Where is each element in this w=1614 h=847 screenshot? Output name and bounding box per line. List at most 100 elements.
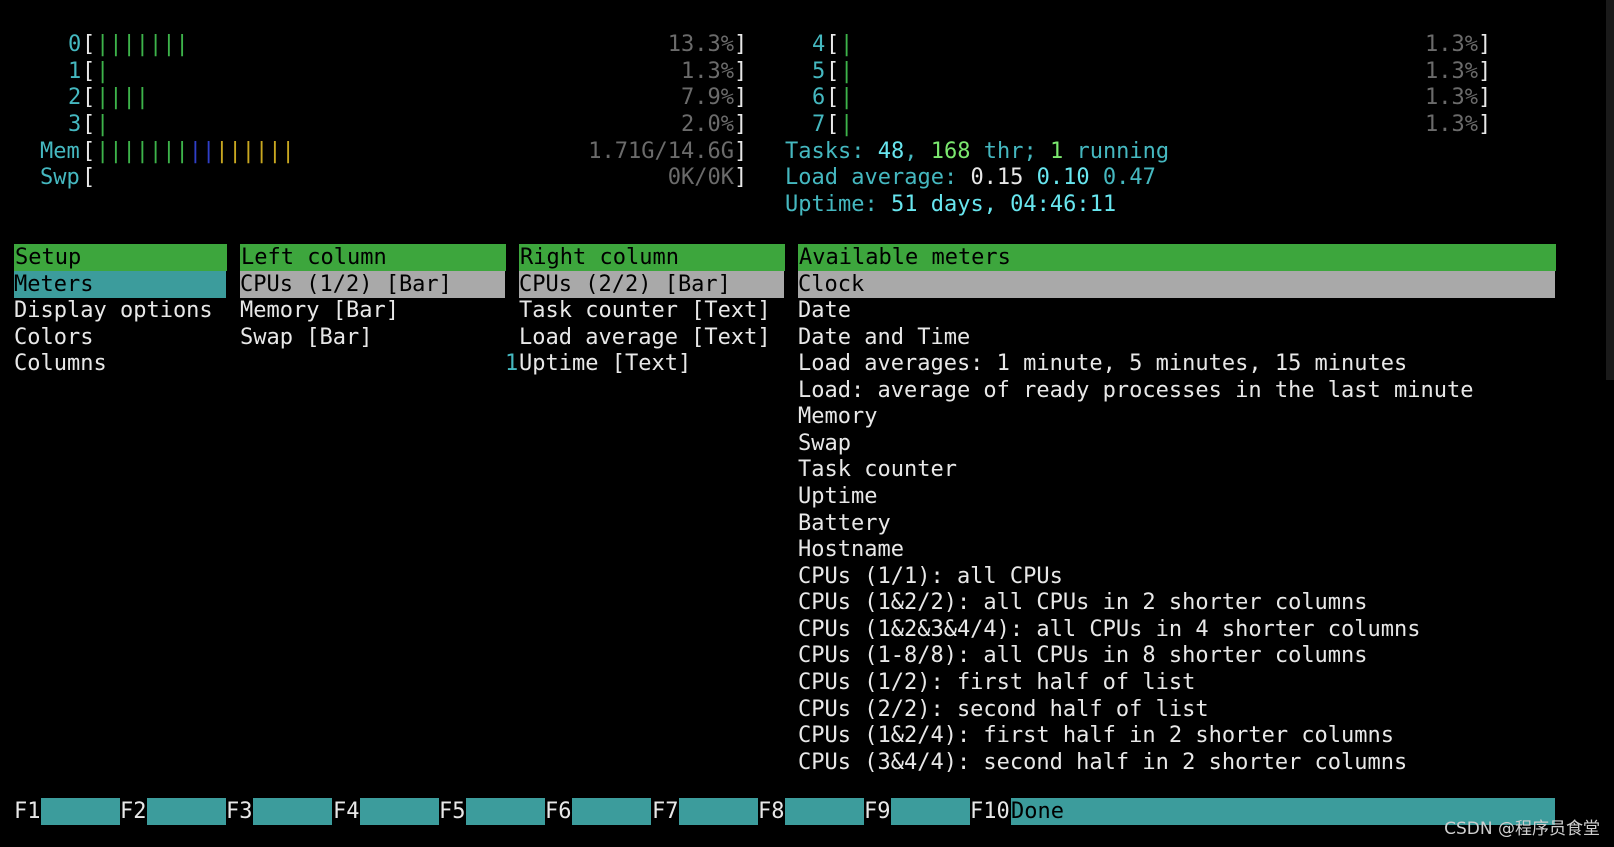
cpu-percent: 2.0% [681, 112, 734, 137]
cpu-bar: |||| [96, 85, 149, 110]
cpu-percent: 1.3% [681, 59, 734, 84]
cpu-label: 2 [68, 85, 82, 110]
fkey-f5-button[interactable] [466, 798, 545, 825]
available-meter-item[interactable]: Hostname [798, 536, 904, 563]
cpu-percent: 1.3% [1425, 112, 1478, 137]
scrollbar[interactable] [1606, 0, 1614, 380]
left-column-item-cpus[interactable]: CPUs (1/2) [Bar] [240, 271, 505, 298]
fkey-f9-button[interactable] [891, 798, 970, 825]
available-meter-item[interactable]: Task counter [798, 456, 957, 483]
bracket-open: [ [82, 32, 96, 57]
fkey-f10-label: F10 [970, 799, 1010, 824]
available-meter-item[interactable]: Uptime [798, 483, 877, 510]
cpu-label: 3 [68, 112, 82, 137]
fkey-f1-button[interactable] [41, 798, 120, 825]
fkey-f1-label: F1 [14, 799, 41, 824]
bracket-close: ] [1478, 85, 1492, 110]
available-meter-item[interactable]: Load: average of ready processes in the … [798, 377, 1474, 404]
fkey-f7-button[interactable] [679, 798, 758, 825]
cpu-bar: | [840, 32, 854, 57]
bracket-close: ] [734, 59, 748, 84]
task-counter: Tasks: 48, 168 thr; 1 running [785, 139, 1170, 164]
cpu-bar: ||||||| [96, 32, 189, 57]
fkey-f6-label: F6 [545, 799, 572, 824]
left-column-header: Left column [240, 244, 506, 271]
cpu-bar: | [96, 59, 110, 84]
bracket-open: [ [82, 85, 96, 110]
bracket-close: ] [734, 139, 748, 164]
cpu-percent: 1.3% [1425, 32, 1478, 57]
bracket-open: [ [826, 85, 840, 110]
bracket-close: ] [1478, 59, 1492, 84]
setup-item-colors[interactable]: Colors [14, 324, 93, 351]
available-meter-item[interactable]: Load averages: 1 minute, 5 minutes, 15 m… [798, 350, 1407, 377]
setup-item-meters[interactable]: Meters [14, 271, 226, 298]
fkey-f4-label: F4 [333, 799, 360, 824]
right-column-marker: 1 [505, 351, 519, 376]
fkey-f7-label: F7 [652, 799, 679, 824]
right-column-header: Right column [519, 244, 785, 271]
cpu-label: 7 [812, 112, 826, 137]
bracket-open: [ [82, 139, 96, 164]
setup-header: Setup [14, 244, 227, 271]
cpu-bar: | [96, 112, 110, 137]
bracket-close: ] [734, 85, 748, 110]
available-meter-item[interactable]: CPUs (1&2&3&4/4): all CPUs in 4 shorter … [798, 616, 1421, 643]
available-meter-item[interactable]: Date and Time [798, 324, 970, 351]
available-meter-item[interactable]: CPUs (1/2): first half of list [798, 669, 1195, 696]
bracket-open: [ [826, 59, 840, 84]
fkey-f6-button[interactable] [572, 798, 651, 825]
cpu-bar: | [840, 112, 854, 137]
bracket-open: [ [82, 59, 96, 84]
bracket-close: ] [1478, 112, 1492, 137]
fkey-f8-label: F8 [758, 799, 785, 824]
fkey-f3-label: F3 [226, 799, 253, 824]
swp-label: Swp [40, 165, 80, 190]
cpu-percent: 1.3% [1425, 59, 1478, 84]
bracket-close: ] [734, 165, 748, 190]
cpu-label: 1 [68, 59, 82, 84]
bracket-open: [ [82, 165, 96, 190]
watermark: CSDN @程序员食堂 [1444, 819, 1600, 839]
cpu-percent: 7.9% [681, 85, 734, 110]
fkey-f3-button[interactable] [253, 798, 332, 825]
right-column-item-uptime[interactable]: Uptime [Text] [519, 350, 691, 377]
available-meter-item[interactable]: Memory [798, 403, 877, 430]
available-meter-item[interactable]: Swap [798, 430, 851, 457]
available-meter-item[interactable]: CPUs (1&2/4): first half in 2 shorter co… [798, 722, 1394, 749]
mem-value: 1.71G/14.6G [588, 139, 734, 164]
right-column-item-cpus[interactable]: CPUs (2/2) [Bar] [519, 271, 784, 298]
cpu-label: 0 [68, 32, 82, 57]
available-meter-item[interactable]: Date [798, 297, 851, 324]
available-meter-item[interactable]: CPUs (2/2): second half of list [798, 696, 1209, 723]
fkey-f2-button[interactable] [147, 798, 226, 825]
bracket-open: [ [82, 112, 96, 137]
fkey-f4-button[interactable] [360, 798, 439, 825]
available-meter-item[interactable]: Clock [798, 271, 1555, 298]
bracket-open: [ [826, 112, 840, 137]
available-meter-item[interactable]: CPUs (1-8/8): all CPUs in 8 shorter colu… [798, 642, 1368, 669]
mem-label: Mem [40, 139, 80, 164]
cpu-bar: | [840, 59, 854, 84]
bracket-close: ] [734, 112, 748, 137]
cpu-label: 6 [812, 85, 826, 110]
cpu-label: 5 [812, 59, 826, 84]
load-average: Load average: 0.15 0.10 0.47 [785, 165, 1156, 190]
left-column-item-swap[interactable]: Swap [Bar] [240, 324, 372, 351]
mem-bar: ||||||||||||||| [96, 139, 295, 164]
setup-item-display-options[interactable]: Display options [14, 297, 213, 324]
available-meters-header: Available meters [798, 244, 1556, 271]
fkey-f8-button[interactable] [785, 798, 864, 825]
fkey-f9-label: F9 [864, 799, 891, 824]
right-column-item-load-average[interactable]: Load average [Text] [519, 324, 771, 351]
available-meter-item[interactable]: CPUs (1&2/2): all CPUs in 2 shorter colu… [798, 589, 1368, 616]
available-meter-item[interactable]: Battery [798, 510, 891, 537]
bracket-open: [ [826, 32, 840, 57]
right-column-item-task-counter[interactable]: Task counter [Text] [519, 297, 771, 324]
available-meter-item[interactable]: CPUs (1/1): all CPUs [798, 563, 1063, 590]
setup-item-columns[interactable]: Columns [14, 350, 107, 377]
bracket-close: ] [734, 32, 748, 57]
left-column-item-memory[interactable]: Memory [Bar] [240, 297, 399, 324]
cpu-percent: 13.3% [667, 32, 734, 57]
available-meter-item[interactable]: CPUs (3&4/4): second half in 2 shorter c… [798, 749, 1407, 776]
